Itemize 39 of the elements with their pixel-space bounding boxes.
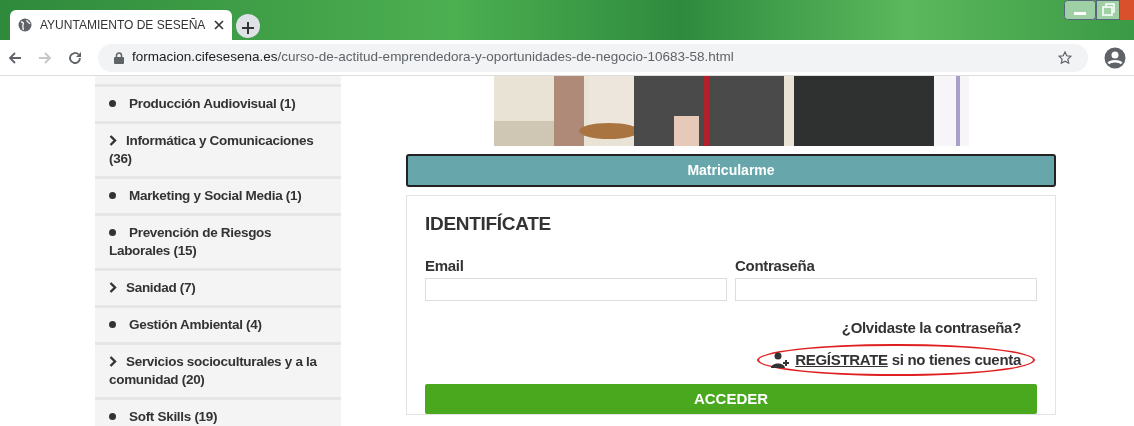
add-user-icon [771, 351, 792, 368]
plus-icon [242, 21, 254, 34]
url-text: formacion.cifesesena.es/curso-de-actitud-emprendedora-y-oportunidades-de-negocio-10683-58.html [132, 48, 734, 67]
category-item[interactable]: Producción Audiovisual (1) [95, 84, 341, 121]
category-item[interactable]: Marketing y Social Media (1) [95, 176, 341, 213]
category-item[interactable]: Informática y Comunicaciones (36) [95, 121, 341, 176]
field-label: Contraseña [735, 255, 816, 276]
new-tab-button[interactable] [236, 14, 260, 38]
register-link[interactable]: REGÍSTRATE [795, 350, 888, 368]
forgot-password-link[interactable]: ¿Olvidaste la contraseña? [841, 317, 1021, 340]
lock-icon [114, 51, 124, 64]
globe-icon [18, 18, 32, 32]
address-bar[interactable]: formacion.cifesesena.es/curso-de-actitud-emprendedora-y-oportunidades-de-negocio-10683-58.html [98, 43, 1088, 72]
restore-icon[interactable] [1096, 0, 1120, 20]
bullet-icon [109, 321, 116, 328]
login-title: IDENTIFÍCATE [425, 212, 552, 236]
register-prompt: REGÍSTRATE si no tienes cuenta [795, 349, 1021, 370]
input-field[interactable] [735, 277, 1037, 301]
account-icon[interactable] [1104, 46, 1126, 69]
bullet-icon [109, 413, 116, 420]
category-item[interactable]: Prevención de Riesgos Laborales (15) [95, 213, 341, 268]
chevron-icon [109, 356, 117, 367]
category-item[interactable]: Servicios socioculturales y a la comunidad (20) [95, 342, 341, 397]
reload-icon[interactable] [68, 50, 82, 65]
star-icon[interactable] [1058, 50, 1072, 65]
category-item[interactable]: Sanidad (7) [95, 268, 341, 305]
back-icon[interactable] [8, 50, 22, 65]
bullet-icon [109, 229, 116, 236]
bullet-icon [109, 100, 116, 107]
tab-title: AYUNTAMIENTO DE SESEÑA [40, 17, 206, 34]
bullet-icon [109, 192, 116, 199]
field-label: Email [425, 255, 465, 276]
chevron-icon [109, 282, 117, 293]
chevron-icon [109, 135, 117, 146]
category-item[interactable]: Soft Skills (19) [95, 397, 341, 426]
input-field[interactable] [425, 277, 727, 301]
category-item[interactable]: Gestión Ambiental (4) [95, 305, 341, 342]
minimize-icon[interactable] [1064, 0, 1096, 20]
browser-tab[interactable]: AYUNTAMIENTO DE SESEÑA [10, 10, 232, 40]
